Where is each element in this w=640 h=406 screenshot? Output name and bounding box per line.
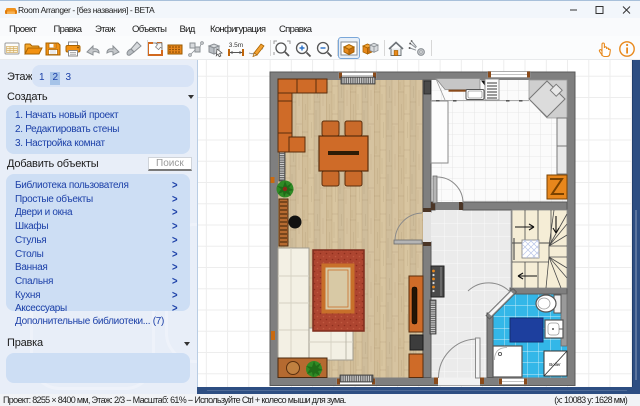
svg-text:3.5m: 3.5m xyxy=(229,42,243,49)
svg-text:Boiler: Boiler xyxy=(549,362,561,367)
